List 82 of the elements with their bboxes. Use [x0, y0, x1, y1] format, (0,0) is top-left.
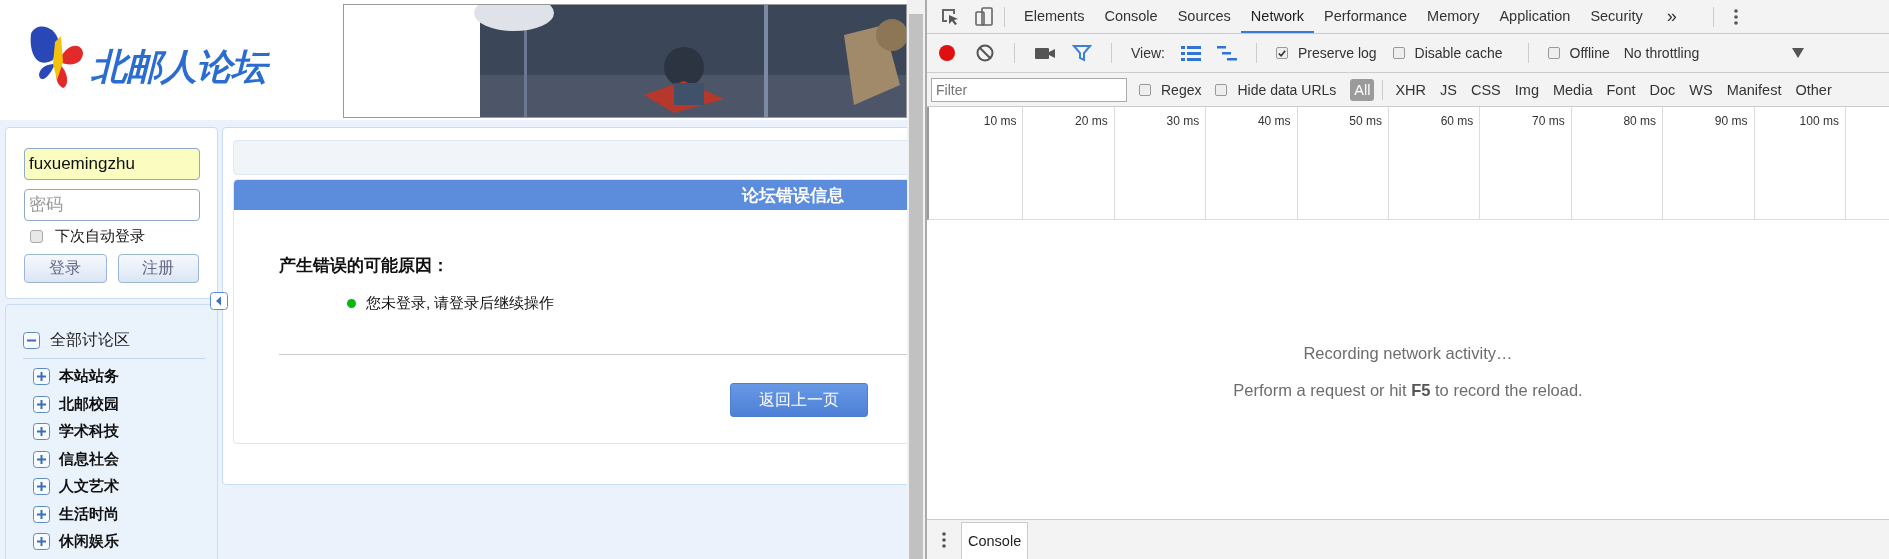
- filter-field[interactable]: Filter: [931, 77, 1127, 102]
- type-filter-button[interactable]: CSS: [1466, 78, 1505, 101]
- expand-icon[interactable]: [33, 533, 50, 551]
- password-field[interactable]: 密码: [24, 189, 200, 221]
- checkbox[interactable]: [1139, 83, 1151, 96]
- expand-icon[interactable]: [33, 423, 50, 441]
- checkbox-label: Regex: [1161, 81, 1202, 98]
- checkbox-label: Hide data URLs: [1237, 81, 1337, 98]
- username-field[interactable]: fuxuemingzhu: [24, 148, 200, 180]
- devtools-tab[interactable]: Console: [1094, 0, 1168, 33]
- checkbox[interactable]: [1392, 47, 1405, 59]
- tree-item[interactable]: 生活时尚: [59, 504, 119, 524]
- device-icon[interactable]: [973, 5, 995, 28]
- error-heading: 产生错误的可能原因：: [279, 255, 449, 277]
- checkbox-label: Offline: [1569, 45, 1610, 61]
- throttling-dropdown[interactable]: No throttling: [1623, 45, 1804, 61]
- time-tick: 70 ms: [1532, 114, 1565, 128]
- devtools-tab[interactable]: Elements: [1014, 0, 1095, 33]
- drawer-tab[interactable]: Console: [961, 522, 1029, 559]
- expand-icon[interactable]: [33, 478, 50, 496]
- type-filter-button[interactable]: Font: [1602, 78, 1640, 101]
- record-icon[interactable]: [937, 43, 957, 63]
- empty-title: Recording network activity…: [1303, 344, 1513, 363]
- expand-icon[interactable]: [33, 395, 50, 413]
- checkbox[interactable]: [1547, 47, 1560, 59]
- devtools-tab[interactable]: Performance: [1314, 0, 1418, 33]
- list-view-icon[interactable]: [1181, 45, 1201, 61]
- type-filter-button[interactable]: Other: [1791, 78, 1836, 101]
- more-options-icon[interactable]: [941, 530, 947, 549]
- logo-text: 北邮人论坛: [89, 45, 274, 89]
- time-tick: 20 ms: [1075, 114, 1108, 128]
- filter-icon[interactable]: [1072, 43, 1092, 63]
- type-filter-button[interactable]: Doc: [1645, 78, 1680, 101]
- checkbox-label: Preserve log: [1298, 45, 1377, 61]
- empty-hint: Perform a request or hit F5 to record the reload.: [1233, 381, 1583, 400]
- type-filter-button[interactable]: Media: [1548, 78, 1597, 101]
- type-filter-button[interactable]: XHR: [1391, 78, 1431, 101]
- time-tick: 100 ms: [1799, 114, 1839, 128]
- time-tick: 30 ms: [1166, 114, 1200, 128]
- devtools-tab[interactable]: Memory: [1417, 0, 1490, 33]
- expand-icon[interactable]: [33, 505, 50, 523]
- collapse-toggle-icon[interactable]: [210, 292, 228, 310]
- tree-root-label[interactable]: 全部讨论区: [50, 330, 130, 351]
- time-tick: 90 ms: [1714, 114, 1748, 128]
- expand-icon[interactable]: [33, 368, 50, 386]
- tree-item[interactable]: 信息社会: [59, 449, 119, 469]
- error-title: 论坛错误信息: [742, 184, 844, 207]
- more-options-icon[interactable]: [1732, 7, 1739, 26]
- tree-item[interactable]: 休闲娱乐: [59, 532, 119, 552]
- collapse-icon[interactable]: [23, 332, 40, 349]
- scrollbar-thumb[interactable]: [909, 14, 923, 559]
- waterfall-icon[interactable]: [1217, 45, 1237, 61]
- type-filter-button[interactable]: Img: [1510, 78, 1543, 101]
- checkbox[interactable]: [1215, 83, 1228, 96]
- tree-item[interactable]: 本站站务: [59, 367, 119, 387]
- bullet-dot: [347, 299, 356, 308]
- time-tick: 60 ms: [1440, 114, 1474, 128]
- type-filter-button[interactable]: WS: [1685, 78, 1717, 101]
- clear-icon[interactable]: [975, 43, 995, 63]
- checkbox[interactable]: [30, 230, 43, 243]
- dropdown-arrow-icon: [1791, 48, 1804, 58]
- remember-label: 下次自动登录: [55, 227, 145, 246]
- expand-icon[interactable]: [33, 450, 50, 468]
- devtools-tab[interactable]: Application: [1489, 0, 1581, 33]
- time-tick: 80 ms: [1623, 114, 1657, 128]
- tree-item[interactable]: 北邮校园: [59, 394, 119, 414]
- register-button[interactable]: 注册: [117, 254, 199, 283]
- view-label: View:: [1131, 45, 1165, 61]
- checkbox[interactable]: [1276, 47, 1288, 59]
- more-tabs-button[interactable]: »: [1652, 6, 1691, 27]
- type-filter-button[interactable]: Manifest: [1722, 78, 1786, 101]
- login-button[interactable]: 登录: [24, 254, 107, 283]
- checkbox-label: Disable cache: [1414, 45, 1503, 61]
- devtools-tab[interactable]: Security: [1580, 0, 1653, 33]
- error-reason: 您未登录, 请登录后继续操作: [366, 294, 555, 313]
- time-tick: 50 ms: [1349, 114, 1382, 128]
- tree-item[interactable]: 学术科技: [59, 422, 119, 442]
- time-tick: 10 ms: [983, 114, 1017, 128]
- tree-item[interactable]: 人文艺术: [59, 477, 119, 497]
- type-filter-button[interactable]: JS: [1436, 78, 1461, 101]
- time-tick: 40 ms: [1257, 114, 1291, 128]
- devtools-tab[interactable]: Sources: [1167, 0, 1241, 33]
